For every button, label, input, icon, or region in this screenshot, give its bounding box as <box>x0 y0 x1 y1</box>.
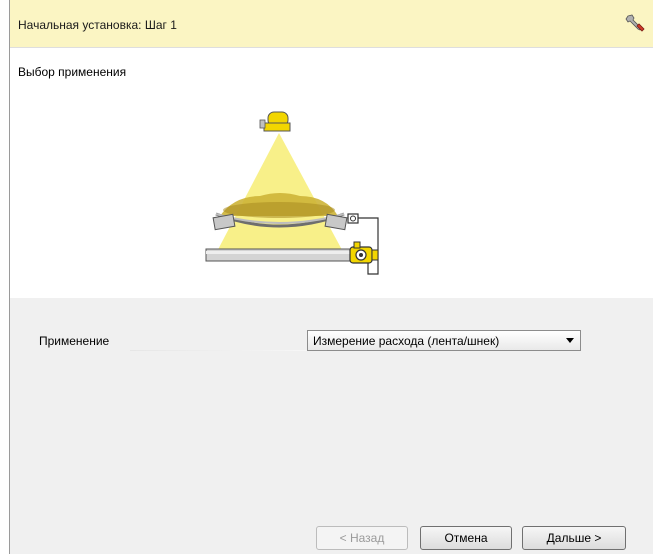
application-label: Применение <box>39 334 110 348</box>
application-select[interactable]: Измерение расхода (лента/шнек) <box>307 330 581 351</box>
settings-panel: Применение Измерение расхода (лента/шнек… <box>10 298 653 554</box>
cancel-button[interactable]: Отмена <box>420 526 512 550</box>
section-title: Выбор применения <box>18 65 127 79</box>
wrench-icon[interactable] <box>625 13 645 33</box>
next-button[interactable]: Дальше > <box>522 526 626 550</box>
content-area: Выбор применения <box>10 48 653 298</box>
chevron-down-icon <box>566 338 574 343</box>
application-select-value: Измерение расхода (лента/шнек) <box>313 334 500 348</box>
radar-sensor-icon <box>259 111 291 132</box>
wizard-title: Начальная установка: Шаг 1 <box>18 18 177 32</box>
field-divider <box>130 350 310 351</box>
belt-scale-illustration <box>205 111 379 275</box>
wizard-header: Начальная установка: Шаг 1 <box>10 0 653 48</box>
transmitter-icon <box>349 241 379 264</box>
back-button[interactable]: < Назад <box>316 526 408 550</box>
